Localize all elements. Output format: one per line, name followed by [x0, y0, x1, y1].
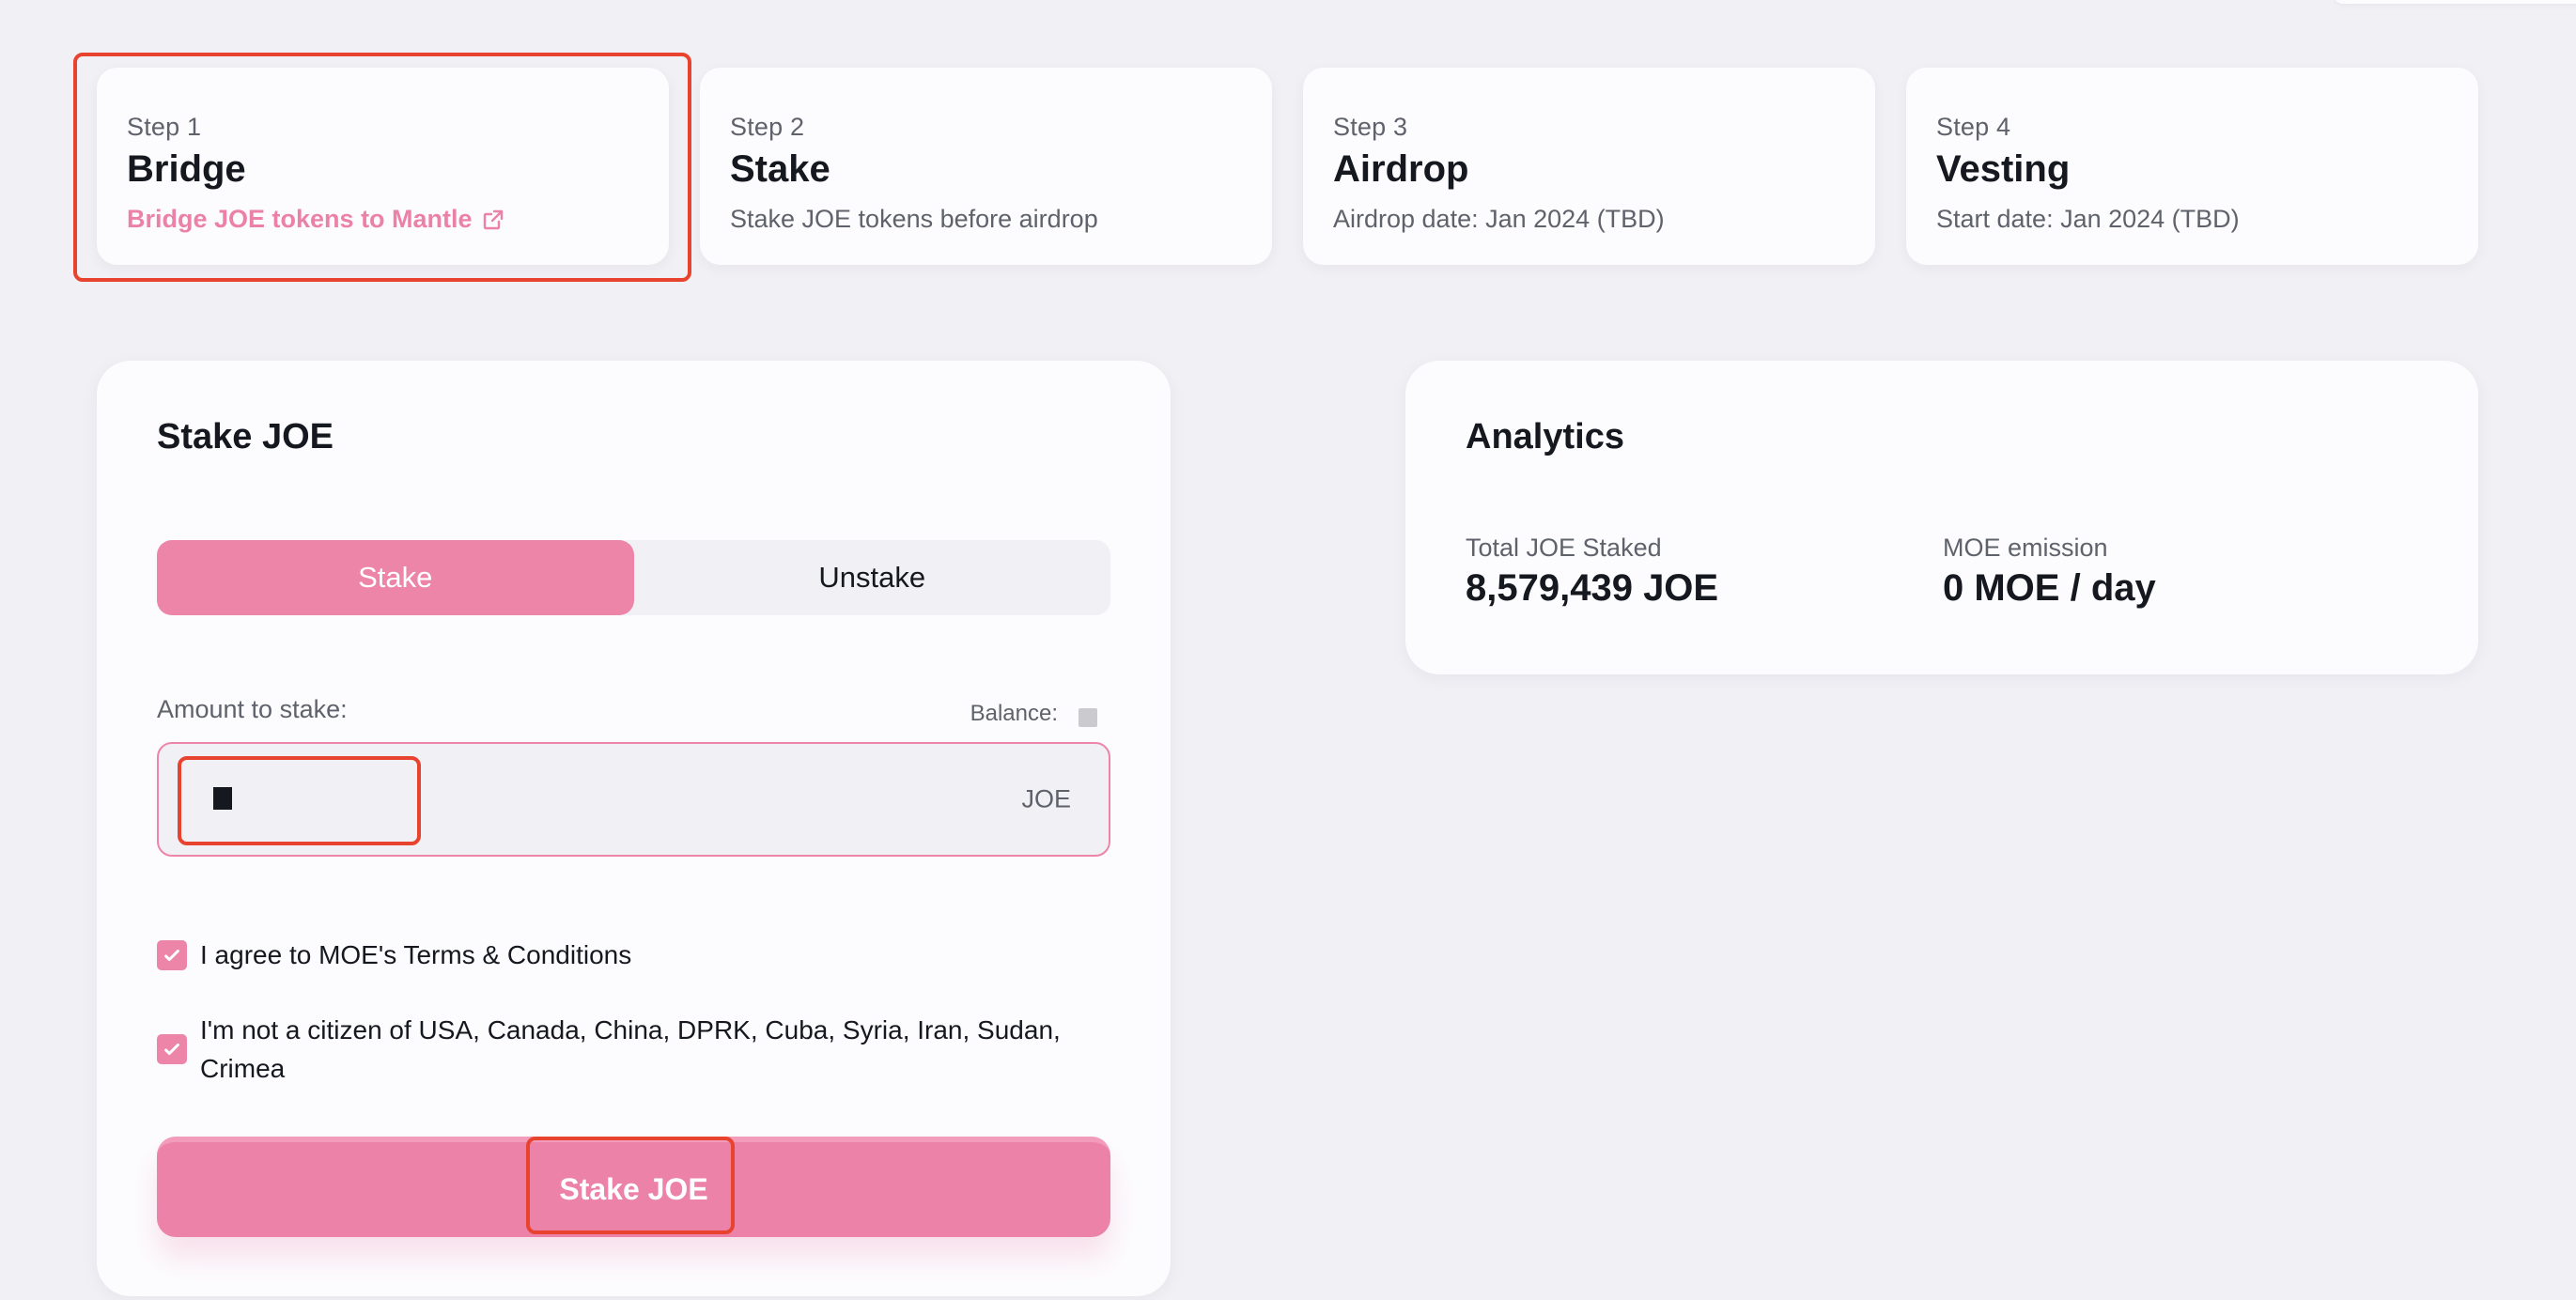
checkmark-icon — [164, 949, 179, 961]
stake-panel: Stake JOE Stake Unstake Amount to stake:… — [97, 361, 1171, 1296]
bridge-link[interactable]: Bridge JOE tokens to Mantle — [127, 205, 504, 234]
amount-field: JOE — [157, 742, 1110, 857]
citizenship-checkbox-row[interactable]: I'm not a citizen of USA, Canada, China,… — [157, 1011, 1134, 1088]
total-staked-value: 8,579,439 JOE — [1466, 567, 1719, 609]
external-link-icon — [482, 209, 504, 231]
step-description: Start date: Jan 2024 (TBD) — [1936, 205, 2240, 233]
step-card-vesting: Step 4 Vesting Start date: Jan 2024 (TBD… — [1906, 68, 2478, 265]
terms-checkbox-label: I agree to MOE's Terms & Conditions — [200, 940, 632, 969]
stake-panel-title: Stake JOE — [157, 417, 334, 457]
text-cursor — [213, 787, 232, 810]
amount-label: Amount to stake: — [157, 695, 348, 723]
amount-input[interactable] — [181, 763, 745, 838]
moe-emission-value: 0 MOE / day — [1943, 567, 2156, 609]
terms-checkbox-row[interactable]: I agree to MOE's Terms & Conditions — [157, 936, 631, 974]
step-number: Step 4 — [1936, 113, 2011, 141]
stake-unstake-toggle: Stake Unstake — [157, 540, 1110, 615]
checkmark-icon — [164, 1043, 179, 1056]
moe-emission-label: MOE emission — [1943, 534, 2108, 562]
citizenship-checkbox-label: I'm not a citizen of USA, Canada, China,… — [200, 1015, 1061, 1083]
step-number: Step 3 — [1333, 113, 1408, 141]
step-card-stake: Step 2 Stake Stake JOE tokens before air… — [700, 68, 1272, 265]
citizenship-checkbox[interactable] — [157, 1034, 187, 1064]
step-card-airdrop: Step 3 Airdrop Airdrop date: Jan 2024 (T… — [1303, 68, 1875, 265]
analytics-panel: Analytics Total JOE Staked 8,579,439 JOE… — [1405, 361, 2478, 674]
step-description: Stake JOE tokens before airdrop — [730, 205, 1098, 233]
header-widget-partial — [2334, 0, 2576, 4]
step-card-bridge: Step 1 Bridge Bridge JOE tokens to Mantl… — [97, 68, 669, 265]
step-title: Vesting — [1936, 148, 2071, 190]
step-description: Airdrop date: Jan 2024 (TBD) — [1333, 205, 1665, 233]
token-suffix: JOE — [1021, 784, 1071, 813]
tab-unstake[interactable]: Unstake — [634, 540, 1111, 615]
balance-label: Balance: — [970, 701, 1058, 726]
total-staked-label: Total JOE Staked — [1466, 534, 1662, 562]
terms-checkbox[interactable] — [157, 939, 187, 970]
step-number: Step 2 — [730, 113, 805, 141]
step-title: Stake — [730, 148, 830, 190]
step-title: Airdrop — [1333, 148, 1469, 190]
tab-stake[interactable]: Stake — [157, 540, 634, 615]
stake-joe-button[interactable]: Stake JOE — [157, 1137, 1110, 1237]
balance-display: Balance: — [970, 701, 1097, 727]
balance-loading-skeleton — [1079, 708, 1097, 727]
bridge-link-label: Bridge JOE tokens to Mantle — [127, 205, 473, 233]
analytics-title: Analytics — [1466, 417, 1624, 457]
step-title: Bridge — [127, 148, 246, 190]
step-number: Step 1 — [127, 113, 202, 141]
